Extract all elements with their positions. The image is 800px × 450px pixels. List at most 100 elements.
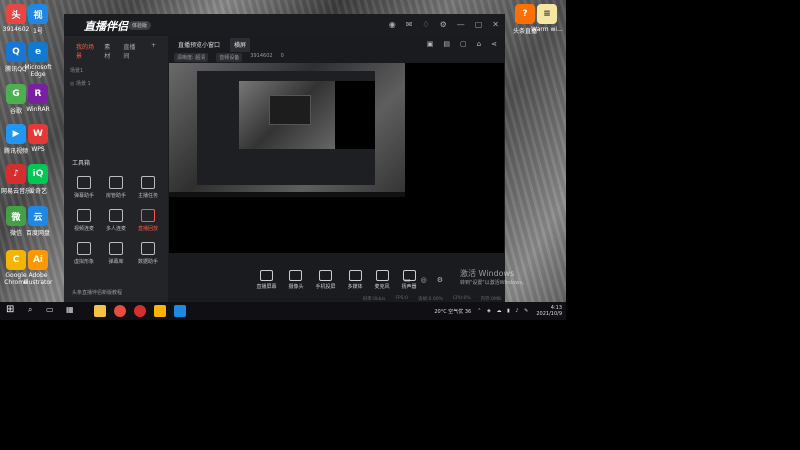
tab-scenes[interactable]: 我的场景 [76,42,94,60]
avatar-icon[interactable]: ◉ [389,20,396,29]
desktop-icon[interactable]: 云百度网盘 [16,206,60,237]
eye-icon[interactable]: ◎ [421,276,427,284]
tab-materials[interactable]: 素材 [104,42,113,60]
toolbox-item[interactable]: 主播任务 [132,176,164,199]
eye-icon[interactable]: ◎ [70,81,74,87]
add-icon[interactable]: + [151,42,156,60]
stream-meta: 清晰度: 超清 音频设备 3914602 0 [174,53,284,62]
source-icon [348,270,362,281]
file-explorer-icon[interactable] [94,305,106,317]
source-button[interactable]: 直播屏幕 [256,268,276,294]
version-badge[interactable]: 体验版 [128,21,152,30]
task-view-icon[interactable]: ▭ [46,305,54,314]
tool-icon [77,242,91,255]
toolbox-item[interactable]: 弹幕助手 [68,176,100,199]
app-icon: Ai [28,250,48,270]
desktop-icon[interactable]: e Microsoft Edge [16,42,60,78]
widgets-icon[interactable]: ▦ [66,305,74,314]
toolbox-item[interactable]: 弹幕库 [100,242,132,265]
toolbox-item[interactable]: 多人连麦 [100,209,132,232]
security-icon[interactable] [174,305,186,317]
preview-toolbar: ▣ ▤ ▢ ⌂ ⋖ [427,40,497,48]
preview-tabs: 直播预览小窗口 横屏 [168,38,251,52]
app-icon: 云 [28,206,48,226]
minimize-icon[interactable]: — [457,20,465,29]
tab-landscape[interactable]: 横屏 [230,38,251,52]
tab-preview-window[interactable]: 直播预览小窗口 [174,38,224,52]
sidebar: 我的场景 素材 直播间 + 场景1 ◎ 场景 1 工具箱 弹幕助手 房管助手 主播任… [64,36,168,302]
app-icon: W [28,124,48,144]
nested-preview-inner [269,95,311,125]
system-tray: 20°C 空气优 36 ⌃ ◈ ☁ ▮ ♪ ✎ 4:13 2021/10/9 [434,305,562,317]
quality-selector[interactable]: 清晰度: 超清 [174,53,209,62]
desktop-icon[interactable]: Ai Adobe Illustrator [16,250,60,286]
main-panel: 直播预览小窗口 横屏 ▣ ▤ ▢ ⌂ ⋖ 清晰度: 超清 音频设备 391460… [168,36,505,302]
desktop-icon[interactable]: iQ 爱奇艺 [16,164,60,195]
chrome-icon[interactable] [114,305,126,317]
tool-icon [141,209,155,222]
source-icon [318,270,332,281]
source-button[interactable]: 摄像头 [288,268,303,294]
weather-text[interactable]: 20°C 空气优 36 [434,308,471,315]
scene-item[interactable]: ◎ 场景 1 [64,77,168,90]
app-icon: 视 [28,4,48,24]
nested-preview [239,81,335,149]
live-companion-window: 直播伴侣 体验版 ◉ ✉ ♢ ⚙ — ▢ ✕ 我的场景 素材 直播间 + 场景1… [64,14,505,302]
toolbox-item[interactable]: 视频连麦 [68,209,100,232]
tab-room[interactable]: 直播间 [123,42,137,60]
desktop-icon[interactable]: W WPS [16,124,60,153]
windows-start-icon[interactable]: ⊞ [6,304,14,315]
live-companion-taskbar-icon[interactable] [154,305,166,317]
search-icon[interactable]: ⌕ [28,305,32,315]
gear-icon[interactable]: ⚙ [437,276,443,284]
nested-desktop-capture [169,63,405,197]
room-id: 3914602 [250,53,273,59]
gear-icon[interactable]: ⚙ [440,20,447,29]
viewer-count: 0 [280,53,284,59]
source-icon [289,270,303,281]
toolbox-title: 工具箱 [72,160,91,167]
tool-icon [141,242,155,255]
desktop-icon-file[interactable]: ≡ Warm wi... [525,4,569,33]
source-toolbar: 直播屏幕 摄像头 手机投屏 多媒体 麦克风 扬声器 [168,268,505,294]
netease-music-icon[interactable] [134,305,146,317]
source-button[interactable]: 手机投屏 [315,268,336,294]
mail-icon[interactable]: ✉ [406,20,413,29]
clock[interactable]: 4:13 2021/10/9 [536,305,562,317]
desktop-icon[interactable]: R WinRAR [16,84,60,113]
desktop-icon[interactable]: 视 1号 [16,4,60,35]
toolbox-item[interactable]: 直播回放 [132,209,164,232]
tray-icons[interactable]: ⌃ ◈ ☁ ▮ ♪ ✎ [477,308,530,314]
tool-icon [109,209,123,222]
toolbox-item[interactable]: 房管助手 [100,176,132,199]
camera-icon[interactable]: ▭ [404,276,411,284]
tool-icon [141,176,155,189]
screen-icon[interactable]: ▢ [460,40,467,48]
tutorial-link[interactable]: 头条直播伴侣新版教程 [72,289,122,296]
app-logo: 直播伴侣 [84,20,128,33]
share-icon[interactable]: ⋖ [491,40,497,48]
audio-device[interactable]: 音频设备 [216,53,243,62]
titlebar: 直播伴侣 体验版 ◉ ✉ ♢ ⚙ — ▢ ✕ [64,14,505,36]
tool-icon [77,209,91,222]
stream-preview[interactable] [169,63,504,253]
source-button[interactable]: 麦克风 [375,268,390,294]
toolbox-item[interactable]: 虚拟形象 [68,242,100,265]
scene-item[interactable]: 场景1 [64,64,168,77]
home-icon[interactable]: ⌂ [477,40,481,48]
source-icon [259,270,273,281]
tool-icon [77,176,91,189]
toolbox-grid: 弹幕助手 房管助手 主播任务视频连麦 多人连麦 直播回放虚拟形象 弹幕库 数据助手 [68,176,164,265]
source-button[interactable]: 多媒体 [348,268,363,294]
close-icon[interactable]: ✕ [492,20,499,29]
toolbox-item[interactable]: 数据助手 [132,242,164,265]
source-icon [375,270,389,281]
layout-icon[interactable]: ▤ [443,40,450,48]
tool-icon [109,176,123,189]
record-icon[interactable]: ▣ [427,40,434,48]
app-icon: iQ [28,164,48,184]
shirt-icon[interactable]: ♢ [422,20,429,29]
windows-taskbar: ⊞ ⌕ ▭ ▦ 20°C 空气优 36 ⌃ ◈ ☁ ▮ ♪ ✎ 4:13 202… [0,302,570,320]
sidebar-tabs: 我的场景 素材 直播间 + [64,36,168,64]
maximize-icon[interactable]: ▢ [475,20,483,29]
